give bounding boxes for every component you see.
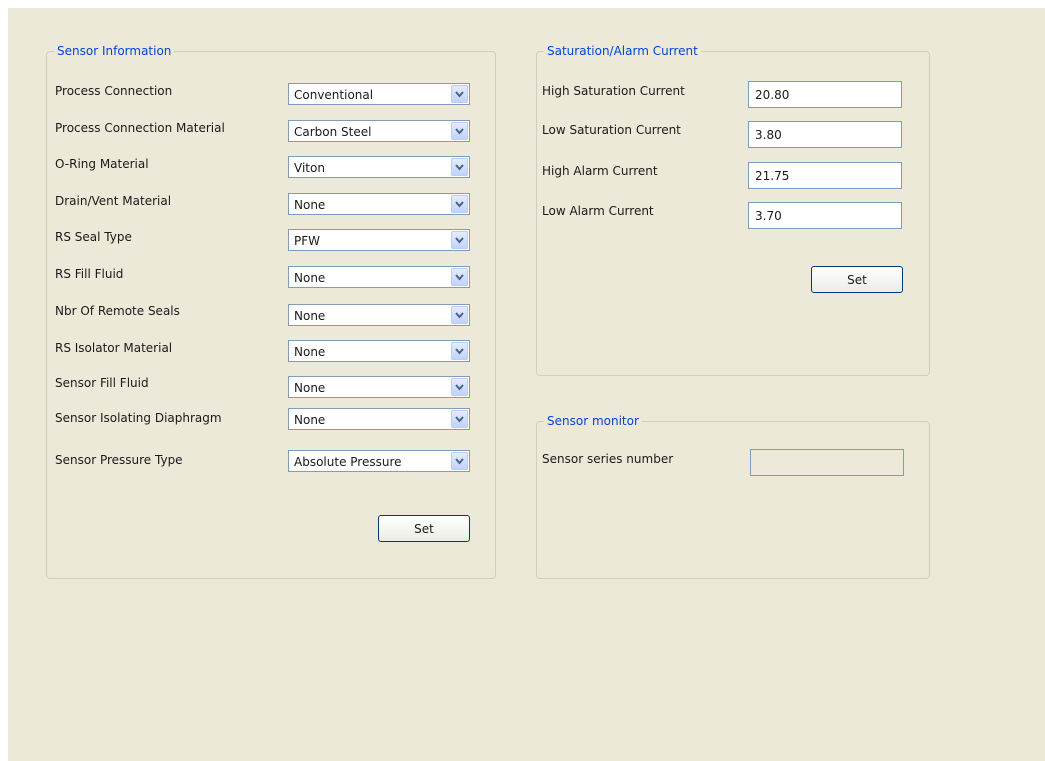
saturation-alarm-legend: Saturation/Alarm Current xyxy=(547,44,698,58)
chevron-down-icon[interactable] xyxy=(451,158,468,176)
sensor-fill-fluid-label: Sensor Fill Fluid xyxy=(55,376,149,390)
chevron-down-icon[interactable] xyxy=(451,378,468,396)
o-ring-material-select[interactable]: Viton xyxy=(288,156,470,178)
sensor-series-number-field[interactable] xyxy=(750,449,904,476)
process-connection-material-select[interactable]: Carbon Steel xyxy=(288,120,470,142)
process-connection-material-label: Process Connection Material xyxy=(55,121,225,135)
nbr-of-remote-seals-value: None xyxy=(294,309,326,323)
nbr-of-remote-seals-select[interactable]: None xyxy=(288,304,470,326)
low-saturation-current-label: Low Saturation Current xyxy=(542,123,681,137)
low-saturation-current-input[interactable]: 3.80 xyxy=(748,121,902,148)
rs-isolator-material-value: None xyxy=(294,345,326,359)
sensor-info-set-button[interactable]: Set xyxy=(378,515,470,542)
rs-fill-fluid-select[interactable]: None xyxy=(288,266,470,288)
sensor-pressure-type-label: Sensor Pressure Type xyxy=(55,453,183,467)
sensor-isolating-diaphragm-select[interactable]: None xyxy=(288,408,470,430)
rs-isolator-material-select[interactable]: None xyxy=(288,340,470,362)
high-saturation-current-input[interactable]: 20.80 xyxy=(748,81,902,108)
drain-vent-material-value: None xyxy=(294,198,326,212)
chevron-down-icon[interactable] xyxy=(451,195,468,213)
rs-isolator-material-label: RS Isolator Material xyxy=(55,341,173,355)
process-connection-material-value: Carbon Steel xyxy=(294,125,372,139)
sensor-information-legend: Sensor Information xyxy=(57,44,172,58)
chevron-down-icon[interactable] xyxy=(451,231,468,249)
rs-fill-fluid-label: RS Fill Fluid xyxy=(55,267,124,281)
chevron-down-icon[interactable] xyxy=(451,410,468,428)
chevron-down-icon[interactable] xyxy=(451,306,468,324)
sensor-pressure-type-select[interactable]: Absolute Pressure xyxy=(288,450,470,472)
rs-seal-type-value: PFW xyxy=(294,234,321,248)
chevron-down-icon[interactable] xyxy=(451,85,468,103)
drain-vent-material-select[interactable]: None xyxy=(288,193,470,215)
chevron-down-icon[interactable] xyxy=(451,122,468,140)
sensor-series-number-label: Sensor series number xyxy=(542,452,674,466)
sensor-monitor-legend: Sensor monitor xyxy=(547,414,639,428)
high-saturation-current-label: High Saturation Current xyxy=(542,84,685,98)
rs-fill-fluid-value: None xyxy=(294,271,326,285)
sensor-fill-fluid-value: None xyxy=(294,381,326,395)
drain-vent-material-label: Drain/Vent Material xyxy=(55,194,172,208)
chevron-down-icon[interactable] xyxy=(451,342,468,360)
low-alarm-current-label: Low Alarm Current xyxy=(542,204,654,218)
chevron-down-icon[interactable] xyxy=(451,452,468,470)
process-connection-select[interactable]: Conventional xyxy=(288,83,470,105)
rs-seal-type-select[interactable]: PFW xyxy=(288,229,470,251)
nbr-of-remote-seals-label: Nbr Of Remote Seals xyxy=(55,304,180,318)
saturation-alarm-set-button[interactable]: Set xyxy=(811,266,903,293)
o-ring-material-label: O-Ring Material xyxy=(55,157,149,171)
sensor-isolating-diaphragm-label: Sensor Isolating Diaphragm xyxy=(55,411,222,425)
process-connection-value: Conventional xyxy=(294,88,374,102)
sensor-pressure-type-value: Absolute Pressure xyxy=(294,455,402,469)
high-alarm-current-input[interactable]: 21.75 xyxy=(748,162,902,189)
o-ring-material-value: Viton xyxy=(294,161,325,175)
process-connection-label: Process Connection xyxy=(55,84,173,98)
rs-seal-type-label: RS Seal Type xyxy=(55,230,132,244)
high-alarm-current-label: High Alarm Current xyxy=(542,164,658,178)
sensor-fill-fluid-select[interactable]: None xyxy=(288,376,470,398)
low-alarm-current-input[interactable]: 3.70 xyxy=(748,202,902,229)
sensor-isolating-diaphragm-value: None xyxy=(294,413,326,427)
chevron-down-icon[interactable] xyxy=(451,268,468,286)
sensor-monitor-group: Sensor monitor xyxy=(536,414,930,579)
